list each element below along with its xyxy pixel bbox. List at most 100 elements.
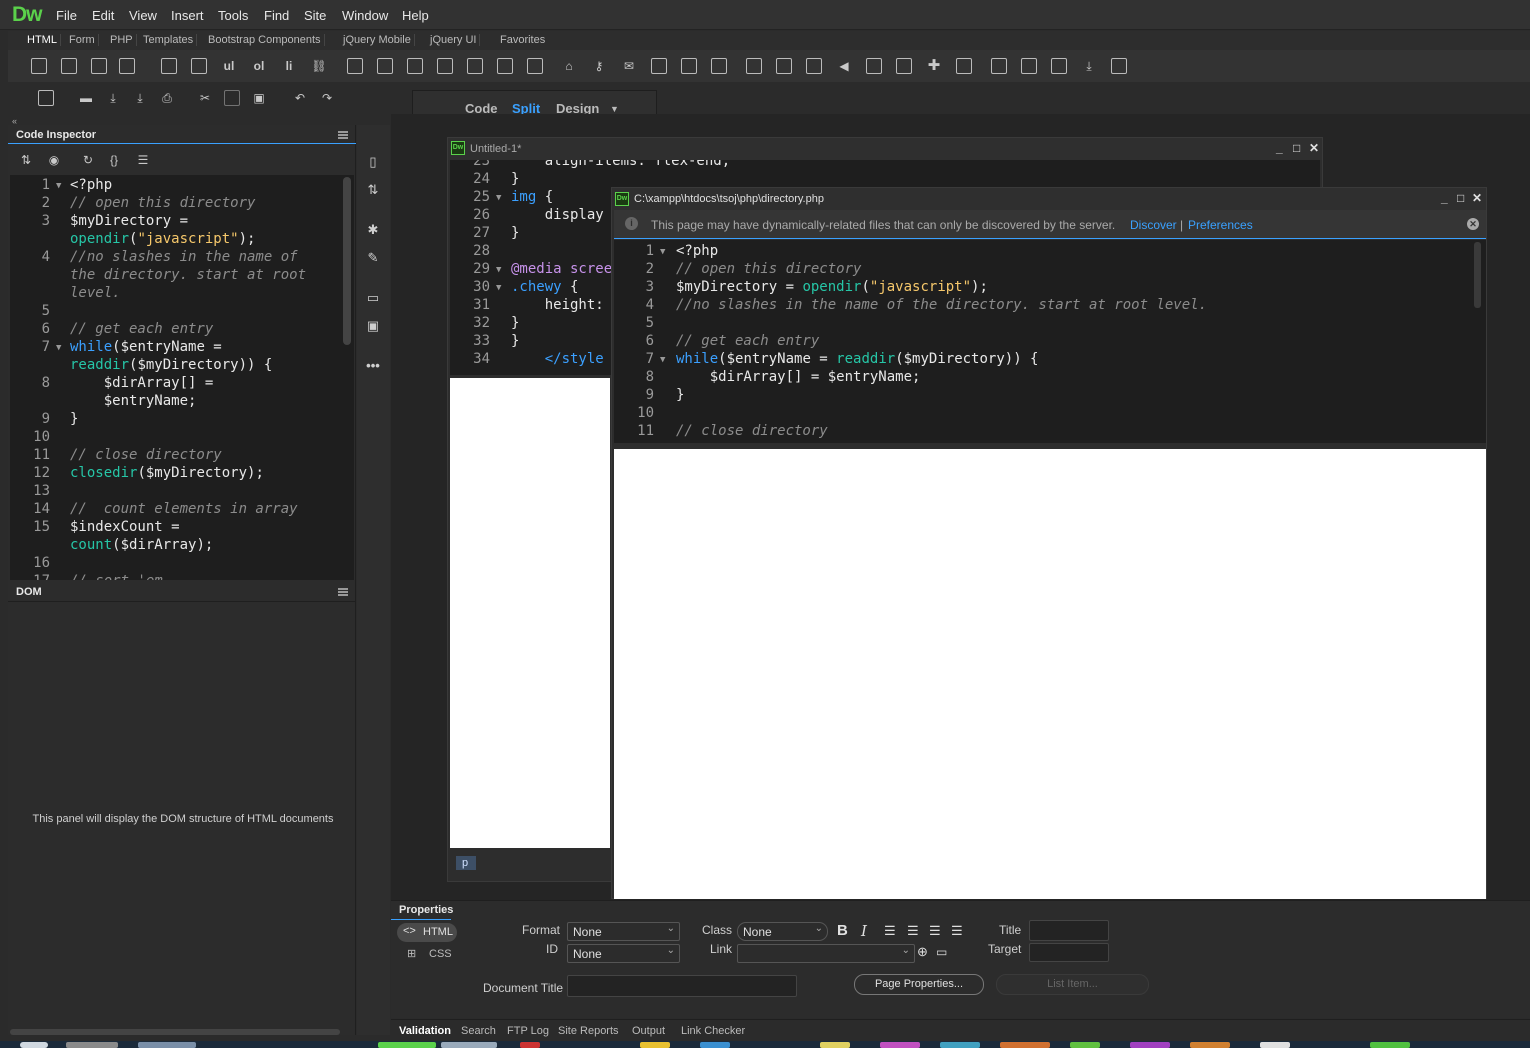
download-icon[interactable]: ⤓ (1081, 58, 1097, 74)
taskbar-app[interactable] (1260, 1042, 1290, 1048)
open-documents-icon[interactable]: ▯ (365, 154, 381, 170)
bold-icon[interactable]: B (837, 922, 848, 939)
viewport-icon[interactable] (681, 58, 697, 74)
italic-icon[interactable]: I (861, 922, 867, 940)
remove-comment-icon[interactable]: ▣ (365, 318, 381, 334)
code-line[interactable]: 4 //no slashes in the name of (10, 248, 354, 266)
taskbar-app[interactable] (1190, 1042, 1230, 1048)
save-all-icon[interactable]: ⤓ (132, 90, 148, 106)
taskbar-app[interactable] (700, 1042, 730, 1048)
insert-tab-templates[interactable]: Templates (140, 34, 198, 46)
code-line[interactable]: 10 (614, 404, 1486, 422)
menu-find[interactable]: Find (264, 8, 289, 23)
widget-icon[interactable]: ✚ (926, 58, 942, 74)
div-icon[interactable] (31, 58, 47, 74)
file-management-icon[interactable]: ⇅ (18, 152, 34, 168)
fold-toggle-icon[interactable]: ▼ (660, 243, 665, 261)
outdent-icon[interactable]: ☰ (929, 923, 941, 939)
copy-icon[interactable] (224, 90, 240, 106)
point-to-file-icon[interactable]: ⊕ (917, 944, 928, 960)
code-line[interactable]: opendir("javascript"); (10, 230, 354, 248)
undo-icon[interactable]: ↶ (292, 90, 308, 106)
code-line[interactable]: 9} (614, 386, 1486, 404)
template-icon[interactable] (991, 58, 1007, 74)
taskbar-app[interactable] (880, 1042, 920, 1048)
target-select[interactable] (1029, 943, 1109, 962)
redo-icon[interactable]: ↷ (319, 90, 335, 106)
dom-menu-icon[interactable] (338, 588, 348, 596)
heading-icon[interactable] (119, 58, 135, 74)
file-icon[interactable] (806, 58, 822, 74)
preview-browser-icon[interactable]: ◉ (46, 152, 62, 168)
close-icon[interactable]: ✕ (1472, 191, 1482, 205)
taskbar-app[interactable] (1370, 1042, 1410, 1048)
window-titlebar[interactable]: Dw C:\xampp\htdocs\tsoj\php\directory.ph… (612, 188, 1486, 210)
taskbar-app[interactable] (138, 1042, 196, 1048)
unordered-list-icon[interactable]: ☰ (884, 923, 896, 939)
code-line[interactable]: 2 // open this directory (614, 260, 1486, 278)
code-line[interactable]: 6 // get each entry (614, 332, 1486, 350)
format-source-icon[interactable]: ✎ (365, 250, 381, 266)
main-icon[interactable] (407, 58, 423, 74)
header-icon[interactable] (347, 58, 363, 74)
code-line[interactable]: 5 (614, 314, 1486, 332)
minimize-icon[interactable]: _ (1276, 141, 1283, 155)
refresh-icon[interactable]: ↻ (80, 152, 96, 168)
maximize-icon[interactable]: □ (1457, 191, 1464, 205)
php-code-view[interactable]: 1 ▼ <?php 2 // open this directory 3 $myDirect… (614, 240, 1486, 443)
fold-toggle-icon[interactable]: ▼ (660, 351, 665, 369)
new-file-icon[interactable] (38, 90, 54, 106)
ordered-list-icon[interactable]: ☰ (907, 923, 919, 939)
insert-tab-favorites[interactable]: Favorites (497, 34, 548, 46)
html-mode-button[interactable]: <> HTML (397, 923, 457, 942)
insert-tab-php[interactable]: PHP (107, 34, 137, 46)
navigation-icon[interactable] (377, 58, 393, 74)
php-design-view[interactable] (614, 449, 1486, 899)
code-line[interactable]: 11 // close directory (614, 422, 1486, 440)
code-line[interactable]: 7 ▼ while($entryName = readdir($myDirector… (614, 350, 1486, 368)
code-line[interactable]: 10 (10, 428, 354, 446)
fold-toggle-icon[interactable]: ▼ (56, 177, 61, 195)
tab-validation[interactable]: Validation (399, 1025, 451, 1037)
code-line[interactable]: 8 $dirArray[] = $entryName; (614, 368, 1486, 386)
code-line[interactable]: count($dirArray); (10, 536, 354, 554)
apply-comment-icon[interactable]: ▭ (365, 290, 381, 306)
link-input[interactable]: ⌄ (737, 944, 915, 963)
code-line[interactable]: 3 $myDirectory = opendir("javascript"); (614, 278, 1486, 296)
tab-search[interactable]: Search (461, 1025, 496, 1037)
start-button[interactable] (20, 1042, 48, 1048)
minimize-icon[interactable]: _ (1441, 191, 1448, 205)
character-icon[interactable] (1021, 58, 1037, 74)
code-line[interactable]: readdir($myDirectory)) { (10, 356, 354, 374)
css-mode-button[interactable]: CSS (429, 948, 452, 960)
taskbar-app[interactable] (1130, 1042, 1170, 1048)
taskbar-app[interactable] (378, 1042, 436, 1048)
key-icon[interactable]: ⚷ (591, 58, 607, 74)
code-line[interactable]: 5 (10, 302, 354, 320)
aside-icon[interactable] (437, 58, 453, 74)
footer-icon[interactable] (527, 58, 543, 74)
taskbar-app[interactable] (1000, 1042, 1050, 1048)
insert-tab-html[interactable]: HTML (24, 34, 61, 46)
tag-p[interactable]: p (456, 856, 477, 870)
tab-ftp-log[interactable]: FTP Log (507, 1025, 549, 1037)
meta-icon[interactable] (651, 58, 667, 74)
css-hierarchy-icon[interactable]: ⊞ (407, 947, 416, 960)
fold-toggle-icon[interactable]: ▼ (496, 279, 501, 297)
taskbar-app[interactable] (820, 1042, 850, 1048)
fold-toggle-icon[interactable]: ▼ (496, 261, 501, 279)
view-options-icon[interactable]: ☰ (135, 152, 151, 168)
code-line[interactable]: 6 // get each entry (10, 320, 354, 338)
code-line[interactable]: level. (10, 284, 354, 302)
format-select[interactable]: None ⌄ (567, 922, 680, 941)
script-icon[interactable] (746, 58, 762, 74)
rollover-image-icon[interactable] (956, 58, 972, 74)
code-inspector-editor[interactable]: 1 ▼ <?php 2 // open this directory 3 $myDirect… (10, 175, 354, 580)
code-line[interactable]: 2 // open this directory (10, 194, 354, 212)
list-item-button[interactable]: List Item... (996, 974, 1149, 995)
hyperlink-icon[interactable]: ⛓ (311, 58, 327, 74)
insert-tab-form[interactable]: Form (66, 34, 99, 46)
document-title-input[interactable] (567, 975, 797, 997)
insert-tab-jquery-ui[interactable]: jQuery UI (427, 34, 481, 46)
code-line[interactable]: the directory. start at root (10, 266, 354, 284)
